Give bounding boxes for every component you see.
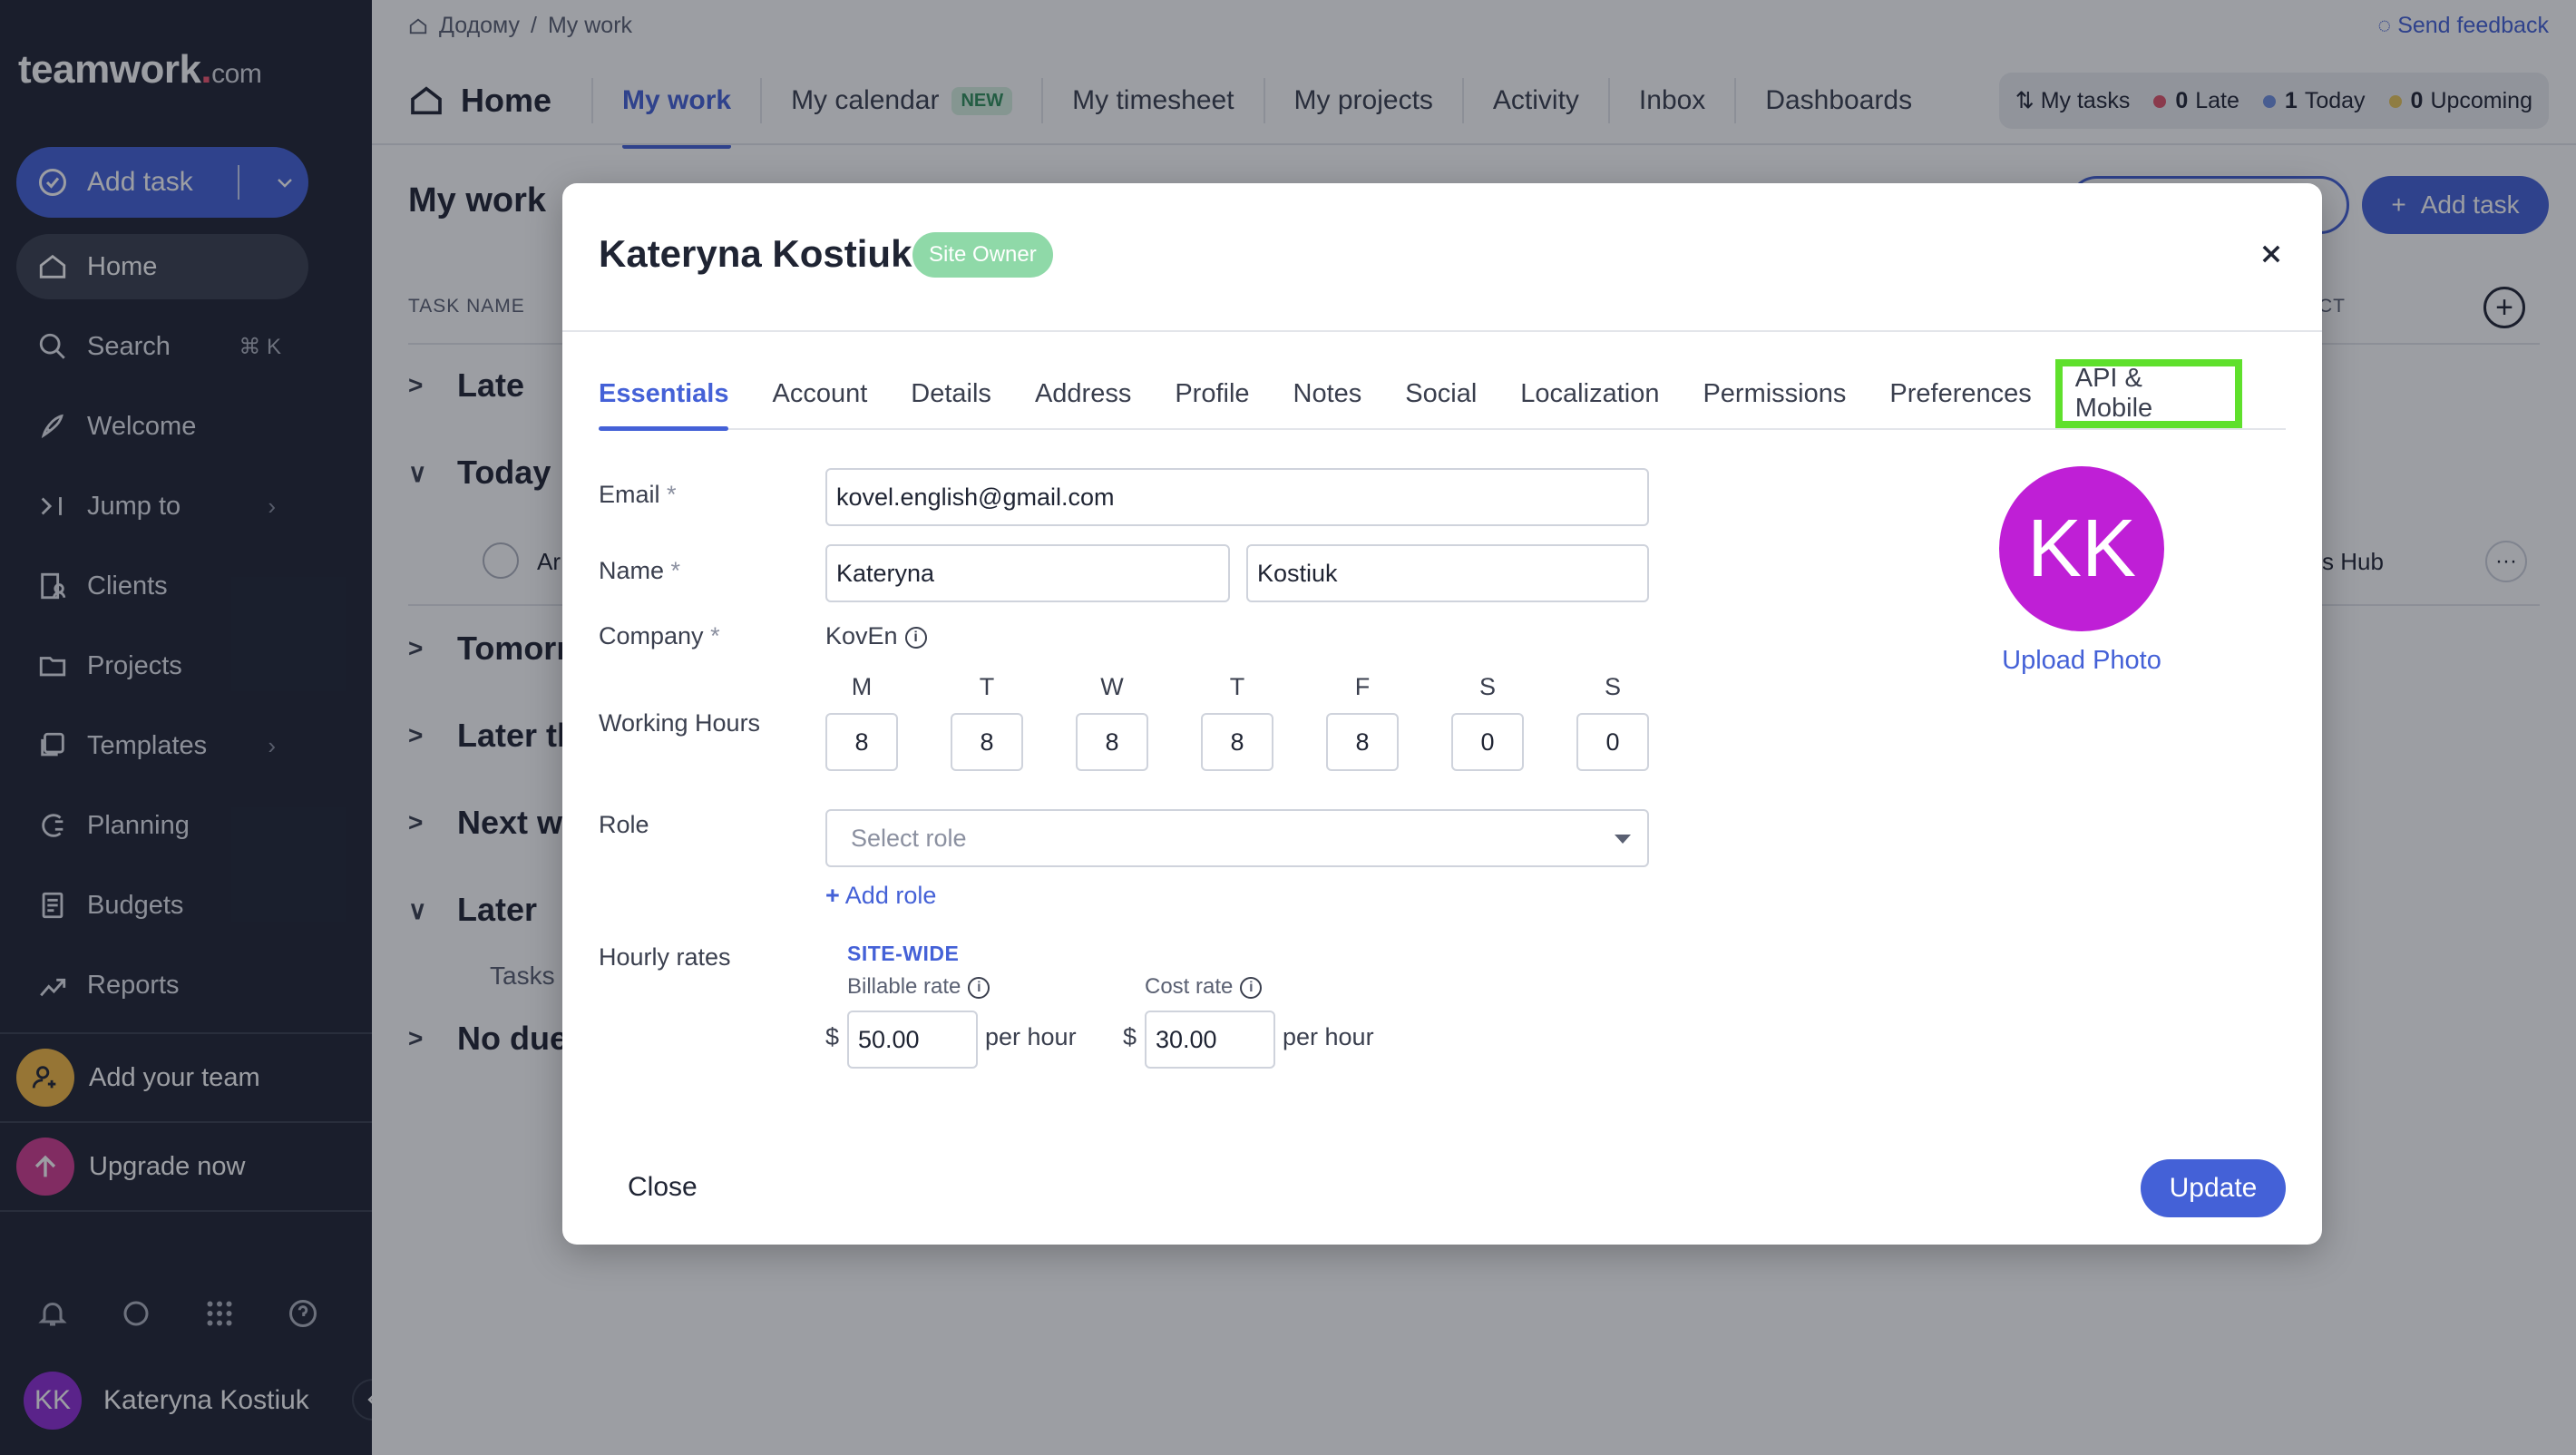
role-select[interactable]: Select role <box>825 809 1649 867</box>
tab-api-mobile[interactable]: API & Mobile <box>2054 359 2242 428</box>
day-label-monday: M <box>851 673 873 700</box>
day-label-friday: F <box>1354 673 1371 700</box>
billable-rate-label: Billable rate i <box>847 974 990 1000</box>
role-placeholder: Select role <box>851 824 967 852</box>
hours-input-monday[interactable]: 8 <box>825 713 898 771</box>
edit-user-modal: Kateryna Kostiuk Site Owner Essentials A… <box>562 183 2322 1245</box>
role-badge: Site Owner <box>912 232 1053 278</box>
company-value: KovEn i <box>825 622 927 650</box>
upload-photo-link[interactable]: Upload Photo <box>1999 646 2164 676</box>
email-label: Email * <box>599 481 677 508</box>
currency-symbol: $ <box>1123 1023 1137 1050</box>
last-name-field[interactable]: Kostiuk <box>1246 544 1649 602</box>
site-wide-heading: SITE-WIDE <box>847 942 960 965</box>
hours-input-sunday[interactable]: 0 <box>1576 713 1649 771</box>
hours-input-friday[interactable]: 8 <box>1326 713 1399 771</box>
info-icon[interactable]: i <box>968 976 990 999</box>
day-label-tuesday: T <box>979 673 995 700</box>
modal-tabs: Essentials Account Details Address Profi… <box>599 358 2286 431</box>
hours-input-wednesday[interactable]: 8 <box>1076 713 1148 771</box>
working-hours-label: Working Hours <box>599 709 761 737</box>
first-name-field[interactable]: Kateryna <box>825 544 1230 602</box>
tab-preferences[interactable]: Preferences <box>1889 358 2031 429</box>
tab-account[interactable]: Account <box>772 358 867 429</box>
hourly-rates-label: Hourly rates <box>599 943 731 971</box>
role-label: Role <box>599 811 649 838</box>
hours-input-saturday[interactable]: 0 <box>1451 713 1524 771</box>
cost-rate-label: Cost rate i <box>1145 974 1263 1000</box>
tab-profile[interactable]: Profile <box>1175 358 1249 429</box>
day-label-wednesday: W <box>1100 673 1124 700</box>
close-button[interactable]: Close <box>628 1172 698 1203</box>
update-button[interactable]: Update <box>2141 1159 2286 1217</box>
avatar: KK <box>1999 466 2164 631</box>
tab-details[interactable]: Details <box>911 358 991 429</box>
per-hour-label: per hour <box>1283 1023 1374 1050</box>
hours-input-tuesday[interactable]: 8 <box>951 713 1023 771</box>
billable-rate-input[interactable]: 50.00 <box>847 1011 978 1069</box>
tab-address[interactable]: Address <box>1035 358 1131 429</box>
modal-title: Kateryna Kostiuk <box>599 232 912 275</box>
add-role-link[interactable]: + Add role <box>825 882 936 910</box>
info-icon[interactable]: i <box>904 626 927 649</box>
divider <box>562 330 2322 332</box>
email-field[interactable]: kovel.english@gmail.com <box>825 468 1649 526</box>
currency-symbol: $ <box>825 1023 840 1050</box>
day-label-saturday: S <box>1478 673 1496 700</box>
plus-icon: + <box>825 882 840 909</box>
hours-input-thursday[interactable]: 8 <box>1201 713 1273 771</box>
day-label-thursday: T <box>1229 673 1245 700</box>
per-hour-label: per hour <box>985 1023 1077 1050</box>
chevron-down-icon <box>1615 835 1631 844</box>
close-icon[interactable] <box>2253 236 2289 272</box>
tab-permissions[interactable]: Permissions <box>1703 358 1846 429</box>
tab-localization[interactable]: Localization <box>1520 358 1659 429</box>
cost-rate-input[interactable]: 30.00 <box>1145 1011 1275 1069</box>
tab-notes[interactable]: Notes <box>1293 358 1362 429</box>
tab-social[interactable]: Social <box>1405 358 1477 429</box>
day-label-sunday: S <box>1604 673 1621 700</box>
name-label: Name * <box>599 557 681 584</box>
info-icon[interactable]: i <box>1240 976 1263 999</box>
tab-essentials[interactable]: Essentials <box>599 358 729 431</box>
company-label: Company * <box>599 622 720 649</box>
